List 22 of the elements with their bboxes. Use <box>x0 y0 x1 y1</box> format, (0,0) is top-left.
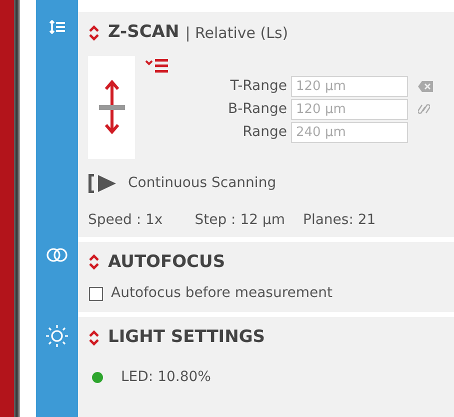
rings-icon[interactable] <box>46 248 68 262</box>
field-label: B-Range <box>226 100 287 118</box>
list-sort-icon[interactable] <box>49 20 65 34</box>
scan-stat: Step : 12 µm <box>194 210 286 230</box>
collapse-icon[interactable] <box>88 330 100 346</box>
scan-mode-label: Continuous Scanning <box>128 174 276 192</box>
scan-stat: Speed : 1x <box>88 210 163 230</box>
sun-icon[interactable] <box>45 324 69 348</box>
section-subtitle: | Relative (Ls) <box>185 22 288 44</box>
field-label: Range <box>242 122 287 142</box>
collapse-icon[interactable] <box>88 254 100 270</box>
scan-stat: Planes: 21 <box>303 210 376 230</box>
section-title: AUTOFOCUS <box>108 250 226 274</box>
scan-direction-icon <box>88 56 135 158</box>
section-title: Z-SCAN <box>108 21 180 44</box>
checkbox-label: Autofocus before measurement <box>111 284 332 303</box>
field-label: T-Range <box>229 76 287 96</box>
menu-dropdown-icon[interactable] <box>145 58 169 74</box>
led-level-label: LED: 10.80% <box>121 368 211 386</box>
checkbox[interactable] <box>89 286 103 300</box>
collapse-icon[interactable] <box>88 24 100 41</box>
section-title: LIGHT SETTINGS <box>108 326 266 349</box>
